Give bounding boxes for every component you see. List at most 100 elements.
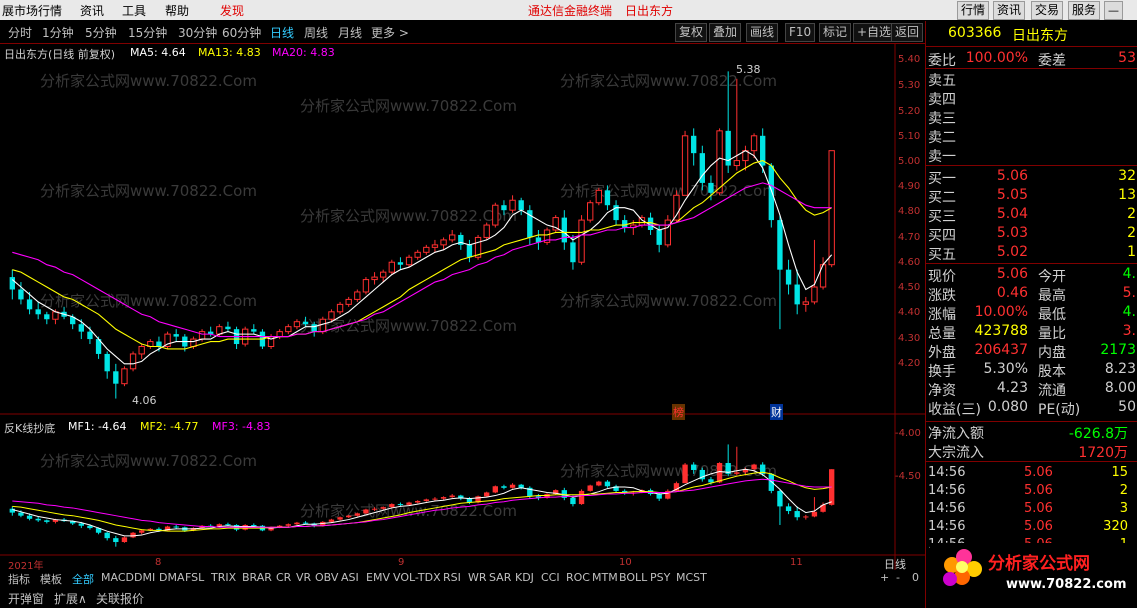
stat-row: 换手 5.30% 股本 8.23 bbox=[926, 361, 1137, 380]
period-tab-30min[interactable]: 30分钟 bbox=[178, 24, 217, 41]
stat-value: 423788 bbox=[974, 323, 1028, 339]
tab-brar[interactable]: BRAR bbox=[242, 571, 272, 584]
tab-indicator[interactable]: 指标 bbox=[8, 571, 30, 587]
tab-related-quote[interactable]: 关联报价 bbox=[96, 590, 144, 607]
candle-body bbox=[87, 331, 93, 340]
add-watchlist-button[interactable]: +自选 bbox=[853, 23, 896, 42]
period-tab-daily[interactable]: 日线 bbox=[270, 24, 294, 41]
period-tab-weekly[interactable]: 周线 bbox=[304, 24, 328, 41]
tab-wr[interactable]: WR bbox=[468, 571, 487, 584]
stat-label: 最低 bbox=[1038, 307, 1066, 323]
quote-button[interactable]: 行情 bbox=[957, 1, 990, 20]
candle-body bbox=[397, 262, 404, 265]
tab-roc[interactable]: ROC bbox=[566, 571, 590, 584]
bid-row: 买一 5.06 32 bbox=[926, 168, 1137, 187]
stock-name: 日出东方 bbox=[1012, 28, 1068, 44]
tab-asi[interactable]: ASI bbox=[341, 571, 359, 584]
tab-kdj[interactable]: KDJ bbox=[515, 571, 534, 584]
tick-price: 5.06 bbox=[1024, 501, 1053, 516]
period-tab-60min[interactable]: 60分钟 bbox=[222, 24, 261, 41]
tab-sar[interactable]: SAR bbox=[489, 571, 511, 584]
candle-body bbox=[466, 244, 473, 258]
period-tab-5min[interactable]: 5分钟 bbox=[85, 24, 117, 41]
minimize-icon[interactable]: — bbox=[1104, 1, 1123, 20]
period-tab-fenshi[interactable]: 分时 bbox=[8, 24, 32, 41]
f10-button[interactable]: F10 bbox=[785, 23, 816, 42]
sub-candle-body bbox=[803, 516, 809, 518]
stat-value: 10.00% bbox=[974, 304, 1028, 320]
blockflow-label: 大宗流入 bbox=[928, 445, 984, 461]
tab-template[interactable]: 模板 bbox=[40, 571, 62, 587]
menu-help[interactable]: 帮助 bbox=[165, 2, 189, 19]
zoom-out-button[interactable]: - bbox=[896, 571, 900, 584]
tick-volume: 15 bbox=[1111, 465, 1128, 480]
sub-candle-body bbox=[587, 485, 593, 491]
promo-terminal[interactable]: 通达信金融终端 bbox=[528, 2, 612, 19]
sub-tick: -4.00 bbox=[895, 428, 921, 439]
candle-body bbox=[302, 321, 309, 325]
tab-cci[interactable]: CCI bbox=[541, 571, 560, 584]
tab-boll[interactable]: BOLL bbox=[619, 571, 647, 584]
tab-mtm[interactable]: MTM bbox=[592, 571, 618, 584]
rank-marker[interactable]: 榜 bbox=[672, 404, 685, 420]
mark-button[interactable]: 标记 bbox=[819, 23, 852, 42]
menu-news[interactable]: 资讯 bbox=[80, 2, 104, 19]
service-button[interactable]: 服务 bbox=[1068, 1, 1101, 20]
bid-row: 买三 5.04 2 bbox=[926, 206, 1137, 225]
menu-market[interactable]: 展市场行情 bbox=[2, 2, 62, 19]
period-tab-monthly[interactable]: 月线 bbox=[338, 24, 362, 41]
stat-label: 股本 bbox=[1038, 364, 1066, 380]
zoom-in-button[interactable]: + bbox=[880, 571, 889, 584]
stat-row: 收益(三) 0.080 PE(动) 50 bbox=[926, 399, 1137, 418]
promo-stock[interactable]: 日出东方 bbox=[625, 2, 673, 19]
adjust-button[interactable]: 复权 bbox=[675, 23, 708, 42]
tab-rsi[interactable]: RSI bbox=[443, 571, 461, 584]
tab-cr[interactable]: CR bbox=[276, 571, 291, 584]
time-axis-label: 8 bbox=[155, 557, 162, 568]
stat-label: 流通 bbox=[1038, 383, 1066, 399]
tab-psy[interactable]: PSY bbox=[650, 571, 670, 584]
period-tab-1min[interactable]: 1分钟 bbox=[42, 24, 74, 41]
sub-candle-body bbox=[811, 511, 818, 517]
time-axis-label: 10 bbox=[619, 557, 632, 568]
candle-body bbox=[371, 276, 378, 281]
candle-body bbox=[104, 353, 110, 372]
sub-candle-body bbox=[449, 495, 455, 498]
bid-price: 5.02 bbox=[996, 244, 1028, 260]
tab-all[interactable]: 全部 bbox=[72, 571, 94, 587]
sub-candle-body bbox=[716, 463, 723, 483]
back-button[interactable]: 返回 bbox=[891, 23, 924, 42]
candle-body bbox=[78, 324, 84, 332]
candle-body bbox=[578, 219, 585, 263]
overlay-button[interactable]: 叠加 bbox=[709, 23, 742, 42]
tab-dma[interactable]: DMA bbox=[159, 571, 185, 584]
tab-vol-tdx[interactable]: VOL-TDX bbox=[393, 571, 441, 584]
tab-fsl[interactable]: FSL bbox=[185, 571, 204, 584]
tab-mcst[interactable]: MCST bbox=[676, 571, 707, 584]
trade-button[interactable]: 交易 bbox=[1031, 1, 1064, 20]
sub-candle-body bbox=[354, 513, 360, 516]
kline-chart[interactable] bbox=[0, 44, 925, 570]
news-button[interactable]: 资讯 bbox=[993, 1, 1026, 20]
period-tab-more[interactable]: 更多 > bbox=[371, 24, 409, 41]
tab-dmi[interactable]: DMI bbox=[134, 571, 155, 584]
tick-row: 14:56 5.06 320 bbox=[926, 519, 1137, 537]
bid-volume: 2 bbox=[1127, 225, 1136, 241]
tab-macd[interactable]: MACD bbox=[101, 571, 134, 584]
menu-discover[interactable]: 发现 bbox=[220, 2, 244, 19]
tab-obv[interactable]: OBV bbox=[315, 571, 338, 584]
finance-marker[interactable]: 财 bbox=[770, 404, 783, 420]
stat-row: 总量 423788 量比 3. bbox=[926, 323, 1137, 342]
sub-candle-body bbox=[9, 508, 15, 513]
menu-tools[interactable]: 工具 bbox=[122, 2, 146, 19]
draw-button[interactable]: 画线 bbox=[746, 23, 779, 42]
candle-body bbox=[362, 279, 370, 293]
tab-trix[interactable]: TRIX bbox=[211, 571, 236, 584]
tab-vr[interactable]: VR bbox=[296, 571, 311, 584]
tab-popup[interactable]: 开弹窗 bbox=[8, 590, 44, 607]
tab-emv[interactable]: EMV bbox=[366, 571, 390, 584]
candle-body bbox=[673, 194, 680, 221]
period-tab-15min[interactable]: 15分钟 bbox=[128, 24, 167, 41]
time-axis-label: 9 bbox=[398, 557, 405, 568]
tab-expand[interactable]: 扩展∧ bbox=[54, 590, 87, 607]
